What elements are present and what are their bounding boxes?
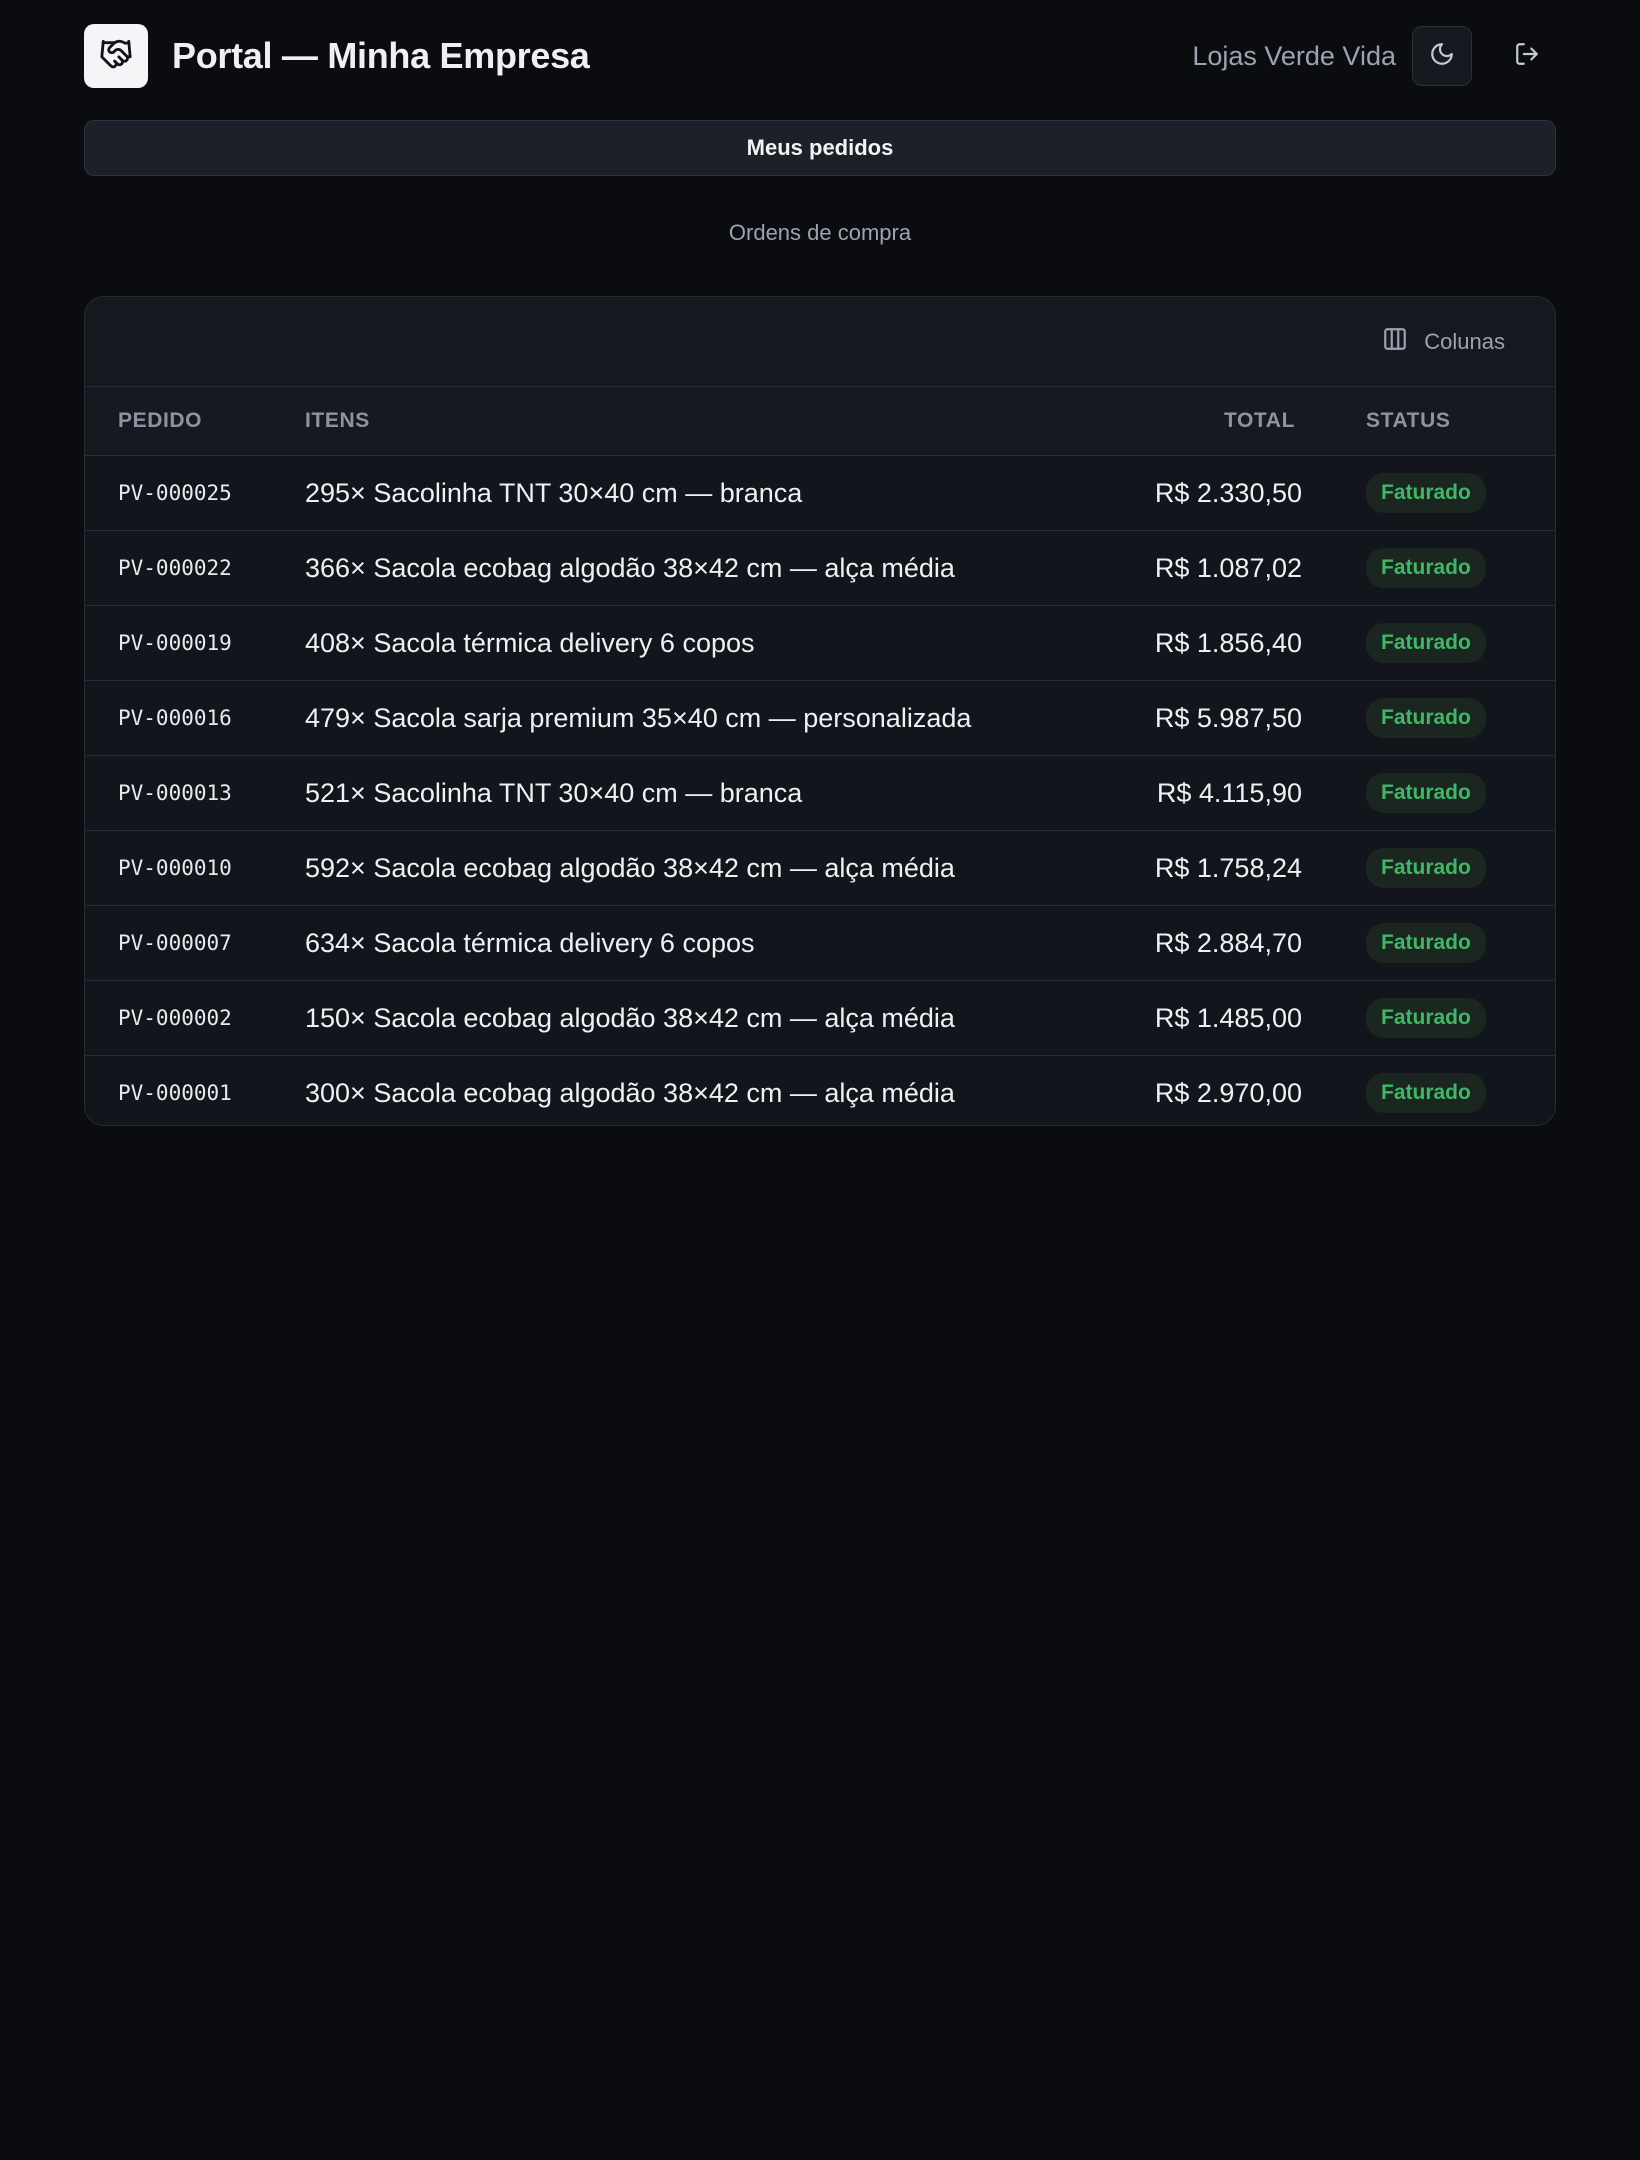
table-row[interactable]: PV-000013 521× Sacolinha TNT 30×40 cm — …: [85, 756, 1555, 831]
order-items: 479× Sacola sarja premium 35×40 cm — per…: [305, 702, 972, 733]
table-row[interactable]: PV-000007 634× Sacola térmica delivery 6…: [85, 906, 1555, 981]
order-id: PV-000019: [118, 631, 232, 655]
header-itens[interactable]: ITENS: [305, 409, 1025, 433]
logout-button[interactable]: [1498, 27, 1556, 85]
table-row[interactable]: PV-000019 408× Sacola térmica delivery 6…: [85, 606, 1555, 681]
page-subtitle: Ordens de compra: [728, 220, 912, 245]
order-id: PV-000002: [118, 1006, 232, 1030]
header-actions: Lojas Verde Vida: [1192, 26, 1556, 86]
order-id: PV-000013: [118, 781, 232, 805]
table-toolbar: Colunas: [85, 297, 1555, 387]
tab-bar: Meus pedidos: [84, 120, 1556, 176]
tab-label: Meus pedidos: [746, 135, 894, 160]
status-badge: Faturado: [1366, 698, 1486, 738]
order-total: R$ 2.330,50: [1154, 477, 1302, 508]
table-body: PV-000025 295× Sacolinha TNT 30×40 cm — …: [85, 456, 1555, 1125]
header-total[interactable]: TOTAL: [1025, 409, 1302, 433]
logo: [84, 24, 148, 88]
logout-icon: [1514, 41, 1540, 72]
status-badge: Faturado: [1366, 1073, 1486, 1113]
status-badge: Faturado: [1366, 473, 1486, 513]
handshake-icon: [99, 37, 133, 76]
company-name: Lojas Verde Vida: [1192, 40, 1396, 71]
status-badge: Faturado: [1366, 548, 1486, 588]
moon-icon: [1429, 41, 1455, 72]
orders-table-card: Colunas PEDIDO ITENS TOTAL STATUS PV-000…: [84, 296, 1556, 1126]
order-total: R$ 1.485,00: [1154, 1002, 1302, 1033]
status-badge: Faturado: [1366, 848, 1486, 888]
order-items: 592× Sacola ecobag algodão 38×42 cm — al…: [305, 852, 955, 883]
order-id: PV-000001: [118, 1081, 232, 1105]
table-row[interactable]: PV-000002 150× Sacola ecobag algodão 38×…: [85, 981, 1555, 1056]
status-badge: Faturado: [1366, 998, 1486, 1038]
order-total: R$ 1.856,40: [1154, 627, 1302, 658]
app-title: Portal — Minha Empresa: [172, 35, 590, 76]
table-row[interactable]: PV-000022 366× Sacola ecobag algodão 38×…: [85, 531, 1555, 606]
columns-icon: [1382, 326, 1408, 357]
status-badge: Faturado: [1366, 773, 1486, 813]
order-id: PV-000016: [118, 706, 232, 730]
order-id: PV-000007: [118, 931, 232, 955]
table-row[interactable]: PV-000010 592× Sacola ecobag algodão 38×…: [85, 831, 1555, 906]
order-items: 295× Sacolinha TNT 30×40 cm — branca: [305, 477, 803, 508]
order-items: 408× Sacola térmica delivery 6 copos: [305, 627, 755, 658]
status-badge: Faturado: [1366, 923, 1486, 963]
order-items: 150× Sacola ecobag algodão 38×42 cm — al…: [305, 1002, 955, 1033]
app-header: Portal — Minha Empresa Lojas Verde Vida: [84, 24, 1556, 88]
order-id: PV-000025: [118, 481, 232, 505]
header-pedido[interactable]: PEDIDO: [85, 409, 305, 433]
order-id: PV-000022: [118, 556, 232, 580]
order-total: R$ 2.884,70: [1154, 927, 1302, 958]
order-total: R$ 4.115,90: [1156, 777, 1302, 808]
order-total: R$ 1.758,24: [1154, 852, 1302, 883]
columns-button[interactable]: Colunas: [1382, 326, 1505, 357]
columns-label: Colunas: [1424, 328, 1505, 354]
table-row[interactable]: PV-000016 479× Sacola sarja premium 35×4…: [85, 681, 1555, 756]
theme-toggle-button[interactable]: [1412, 26, 1472, 86]
status-badge: Faturado: [1366, 623, 1486, 663]
order-total: R$ 5.987,50: [1154, 702, 1302, 733]
order-items: 521× Sacolinha TNT 30×40 cm — branca: [305, 777, 803, 808]
order-id: PV-000010: [118, 856, 232, 880]
order-items: 634× Sacola térmica delivery 6 copos: [305, 927, 755, 958]
order-items: 300× Sacola ecobag algodão 38×42 cm — al…: [305, 1077, 955, 1108]
order-items: 366× Sacola ecobag algodão 38×42 cm — al…: [305, 552, 955, 583]
order-total: R$ 2.970,00: [1154, 1077, 1302, 1108]
table-row[interactable]: PV-000001 300× Sacola ecobag algodão 38×…: [85, 1056, 1555, 1125]
order-total: R$ 1.087,02: [1154, 552, 1302, 583]
table-row[interactable]: PV-000025 295× Sacolinha TNT 30×40 cm — …: [85, 456, 1555, 531]
header-status[interactable]: STATUS: [1302, 409, 1450, 433]
tab-meus-pedidos[interactable]: Meus pedidos: [747, 135, 894, 161]
table-header: PEDIDO ITENS TOTAL STATUS: [85, 387, 1555, 456]
